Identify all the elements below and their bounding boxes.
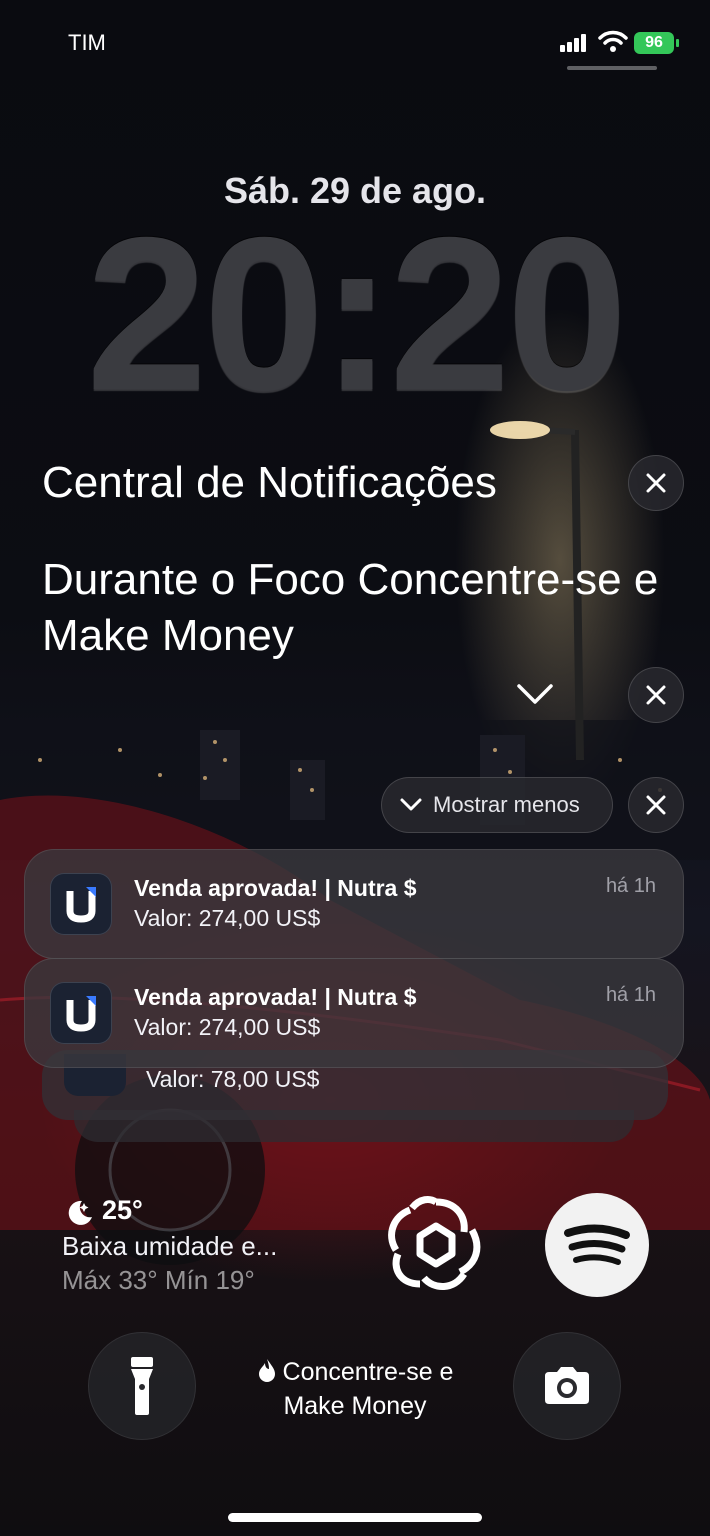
home-indicator[interactable] bbox=[228, 1513, 482, 1522]
notification-card[interactable]: Venda aprovada! | Nutra $ Valor: 274,00 … bbox=[24, 958, 684, 1068]
app-icon bbox=[50, 982, 112, 1044]
flashlight-icon bbox=[131, 1357, 153, 1415]
battery-nub bbox=[676, 39, 679, 47]
battery-indicator: 96 bbox=[634, 32, 674, 54]
notification-body: Valor: 274,00 US$ bbox=[134, 905, 321, 931]
show-less-button[interactable]: Mostrar menos bbox=[381, 777, 613, 833]
signal-icon bbox=[560, 34, 586, 52]
focus-indicator[interactable]: Concentre-se e Make Money bbox=[230, 1355, 480, 1423]
notification-title: Venda aprovada! | Nutra $ bbox=[134, 875, 417, 901]
weather-condition: Baixa umidade e... bbox=[62, 1231, 278, 1261]
focus-label-line2: Make Money bbox=[283, 1392, 427, 1420]
weather-range: Máx 33° Mín 19° bbox=[62, 1265, 255, 1295]
carrier-label: TIM bbox=[68, 30, 106, 55]
wifi-icon bbox=[598, 30, 628, 52]
u-logo-icon bbox=[66, 996, 96, 1032]
focus-label-line1: Concentre-se e bbox=[282, 1358, 454, 1386]
flame-icon bbox=[258, 1359, 275, 1382]
flashlight-button[interactable] bbox=[88, 1332, 196, 1440]
notification-center-title: Central de Notificações bbox=[42, 458, 497, 507]
chatgpt-icon[interactable] bbox=[384, 1192, 488, 1296]
camera-button[interactable] bbox=[513, 1332, 621, 1440]
battery-level: 96 bbox=[645, 34, 663, 51]
camera-icon bbox=[545, 1367, 589, 1404]
notification-body: Valor: 274,00 US$ bbox=[134, 1014, 321, 1040]
notification-body: Valor: 78,00 US$ bbox=[146, 1066, 320, 1092]
notification-card[interactable]: Venda aprovada! | Nutra $ Valor: 274,00 … bbox=[24, 849, 684, 959]
spotify-widget[interactable] bbox=[545, 1193, 649, 1297]
weather-temperature: 25° bbox=[102, 1195, 143, 1225]
notification-title: Venda aprovada! | Nutra $ bbox=[134, 984, 417, 1010]
chevron-down-icon[interactable] bbox=[515, 680, 555, 708]
close-icon bbox=[646, 685, 666, 705]
show-less-label: Mostrar menos bbox=[433, 792, 580, 817]
close-icon bbox=[646, 473, 666, 493]
lock-clock: 20:20 bbox=[86, 193, 628, 436]
focus-summary-title: Durante o Foco Concentre-se e Make Money bbox=[42, 555, 659, 660]
control-center-handle[interactable] bbox=[567, 66, 657, 70]
close-focus-group-button[interactable] bbox=[628, 667, 684, 723]
status-bar: TIM 96 bbox=[0, 0, 710, 90]
clear-stack-button[interactable] bbox=[628, 777, 684, 833]
chevron-down-icon bbox=[400, 798, 422, 811]
app-icon bbox=[50, 873, 112, 935]
spotify-icon bbox=[564, 1224, 630, 1265]
close-notification-center-button[interactable] bbox=[628, 455, 684, 511]
u-logo-icon bbox=[66, 887, 96, 923]
close-icon bbox=[646, 795, 666, 815]
notification-time: há 1h bbox=[605, 984, 656, 1006]
notification-time: há 1h bbox=[605, 875, 656, 897]
moon-stars-icon bbox=[68, 1200, 92, 1225]
